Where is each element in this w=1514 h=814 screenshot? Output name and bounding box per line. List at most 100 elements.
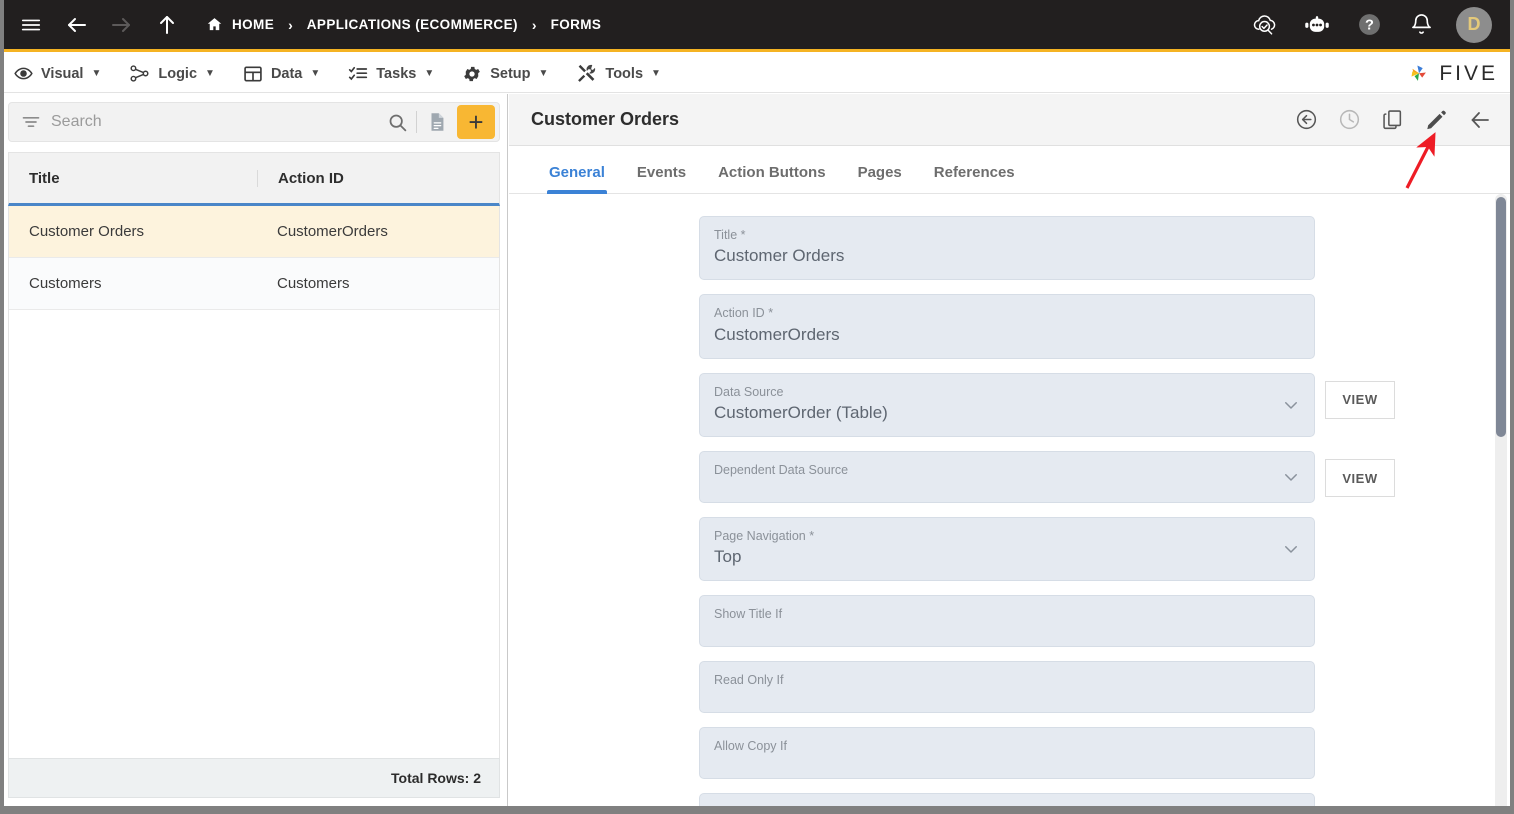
breadcrumb-separator-2: › bbox=[531, 16, 537, 33]
field-label: Title * bbox=[714, 228, 746, 242]
menu-item-visual[interactable]: Visual ▼ bbox=[0, 55, 115, 93]
table-grid-icon bbox=[243, 64, 263, 84]
gear-icon bbox=[462, 64, 482, 84]
tools-icon bbox=[576, 63, 597, 84]
add-form-button[interactable]: + bbox=[457, 105, 495, 139]
show-title-if-field[interactable]: Show Title If bbox=[699, 595, 1315, 648]
application-window: HOME › APPLICATIONS (ECOMMERCE) › FORMS bbox=[0, 0, 1514, 814]
five-pinwheel-icon bbox=[1406, 61, 1432, 87]
action-id-field[interactable]: Action ID * CustomerOrders bbox=[699, 294, 1315, 359]
search-input[interactable] bbox=[51, 113, 378, 131]
arrow-up-icon[interactable] bbox=[150, 8, 184, 42]
field-label: Data Source bbox=[714, 384, 784, 399]
menu-label-visual: Visual bbox=[41, 65, 84, 82]
tab-label: References bbox=[933, 164, 1015, 181]
table-body: Customer Orders CustomerOrders Customers… bbox=[8, 206, 500, 310]
menu-label-logic: Logic bbox=[158, 65, 198, 82]
back-circle-icon[interactable] bbox=[1295, 108, 1318, 131]
robot-icon[interactable] bbox=[1300, 8, 1334, 42]
top-bar-actions: ? D bbox=[1248, 6, 1514, 43]
detail-header-actions bbox=[1295, 108, 1514, 132]
field-label: Action ID * bbox=[714, 306, 774, 321]
hamburger-icon[interactable] bbox=[14, 8, 48, 42]
chevron-down-icon[interactable] bbox=[1282, 396, 1300, 414]
field-label: Show Title If bbox=[714, 607, 783, 622]
close-arrow-left-icon[interactable] bbox=[1468, 108, 1492, 132]
form-row-page-navigation: Page Navigation * Top bbox=[699, 517, 1514, 582]
brand-name: FIVE bbox=[1439, 61, 1498, 85]
field-label: Page Navigation * bbox=[714, 529, 815, 544]
form-row-allow-copy-if: Allow Copy If bbox=[699, 727, 1514, 780]
tab-events[interactable]: Events bbox=[621, 164, 702, 193]
column-header-title[interactable]: Title bbox=[9, 170, 257, 187]
menu-item-tasks[interactable]: Tasks ▼ bbox=[334, 55, 448, 93]
tab-general[interactable]: General bbox=[533, 164, 621, 194]
cell-action-id: CustomerOrders bbox=[277, 223, 388, 240]
field-label: Read Only If bbox=[714, 673, 784, 688]
menu-item-setup[interactable]: Setup ▼ bbox=[448, 55, 562, 93]
menu-label-tools: Tools bbox=[605, 65, 644, 82]
menu-item-data[interactable]: Data ▼ bbox=[229, 55, 334, 93]
search-icon[interactable] bbox=[378, 102, 416, 142]
table-row[interactable]: Customers Customers bbox=[9, 258, 499, 310]
chevron-down-icon[interactable] bbox=[1282, 468, 1300, 486]
chevron-down-icon: ▼ bbox=[205, 68, 215, 79]
allow-copy-if-field[interactable]: Allow Copy If bbox=[699, 727, 1315, 780]
breadcrumb-label-home: HOME bbox=[232, 17, 275, 32]
cloud-search-icon[interactable] bbox=[1248, 8, 1282, 42]
read-only-if-field[interactable]: Read Only If bbox=[699, 661, 1315, 714]
tab-pages[interactable]: Pages bbox=[842, 164, 918, 193]
field-value: Top bbox=[714, 547, 742, 567]
svg-text:?: ? bbox=[1365, 18, 1374, 34]
breadcrumb-item-applications[interactable]: APPLICATIONS (ECOMMERCE) bbox=[307, 17, 518, 32]
breadcrumb-item-forms[interactable]: FORMS bbox=[551, 17, 602, 32]
form-row-title: Title * Customer Orders bbox=[699, 216, 1514, 281]
forms-list-panel: + Title Action ID Customer Orders Custom… bbox=[0, 94, 508, 806]
copy-icon[interactable] bbox=[1381, 108, 1404, 131]
view-dependent-data-source-button[interactable]: VIEW bbox=[1325, 459, 1395, 498]
window-edge-right bbox=[1510, 0, 1514, 814]
eye-icon bbox=[14, 64, 33, 83]
vertical-scrollbar[interactable] bbox=[1495, 194, 1507, 814]
window-edge-bottom bbox=[0, 806, 1514, 814]
form-row-action-id: Action ID * CustomerOrders bbox=[699, 294, 1514, 359]
table-empty-area bbox=[8, 310, 500, 762]
breadcrumb-item-home[interactable]: HOME bbox=[206, 16, 274, 33]
arrow-left-icon[interactable] bbox=[60, 8, 94, 42]
edit-pencil-icon[interactable] bbox=[1424, 108, 1448, 132]
notifications-bell-icon[interactable] bbox=[1404, 8, 1438, 42]
form-row-data-source: Data Source CustomerOrder (Table) VIEW bbox=[699, 372, 1514, 438]
chevron-down-icon: ▼ bbox=[424, 68, 435, 79]
avatar[interactable]: D bbox=[1456, 6, 1492, 43]
page-navigation-select[interactable]: Page Navigation * Top bbox=[699, 517, 1315, 582]
data-filter-field[interactable]: Data Filter bbox=[699, 793, 1315, 806]
tab-label: Pages bbox=[857, 164, 902, 181]
history-clock-icon bbox=[1338, 108, 1361, 131]
checklist-icon bbox=[348, 64, 368, 84]
dependent-data-source-select[interactable]: Dependent Data Source bbox=[699, 451, 1315, 504]
form-row-dependent-data-source: Dependent Data Source VIEW bbox=[699, 451, 1514, 504]
table-row[interactable]: Customer Orders CustomerOrders bbox=[9, 206, 499, 258]
tab-references[interactable]: References bbox=[918, 164, 1031, 193]
form-scroll-area: Title * Customer Orders Action ID * Cust… bbox=[509, 194, 1514, 806]
column-header-action-id[interactable]: Action ID bbox=[257, 169, 499, 187]
help-icon[interactable]: ? bbox=[1352, 8, 1386, 42]
data-source-select[interactable]: Data Source CustomerOrder (Table) bbox=[699, 372, 1315, 438]
tab-action-buttons[interactable]: Action Buttons bbox=[702, 164, 841, 193]
chevron-down-icon[interactable] bbox=[1282, 540, 1300, 558]
document-icon[interactable] bbox=[417, 102, 457, 142]
scrollbar-thumb[interactable] bbox=[1496, 197, 1506, 437]
view-data-source-button[interactable]: VIEW bbox=[1325, 380, 1395, 419]
breadcrumb-label-applications: APPLICATIONS (ECOMMERCE) bbox=[306, 17, 518, 32]
cell-title: Customers bbox=[29, 275, 102, 292]
field-value: CustomerOrder (Table) bbox=[714, 402, 888, 422]
top-navigation-bar: HOME › APPLICATIONS (ECOMMERCE) › FORMS bbox=[0, 0, 1514, 52]
forms-table: Title Action ID Customer Orders Customer… bbox=[8, 152, 500, 762]
filter-icon[interactable] bbox=[9, 112, 51, 132]
page-title: Customer Orders bbox=[531, 109, 680, 129]
menu-item-logic[interactable]: Logic ▼ bbox=[115, 55, 229, 93]
table-header-row: Title Action ID bbox=[8, 152, 500, 206]
total-rows-footer: Total Rows: 2 bbox=[8, 758, 500, 798]
title-field[interactable]: Title * Customer Orders bbox=[699, 216, 1315, 281]
menu-item-tools[interactable]: Tools ▼ bbox=[562, 55, 675, 93]
